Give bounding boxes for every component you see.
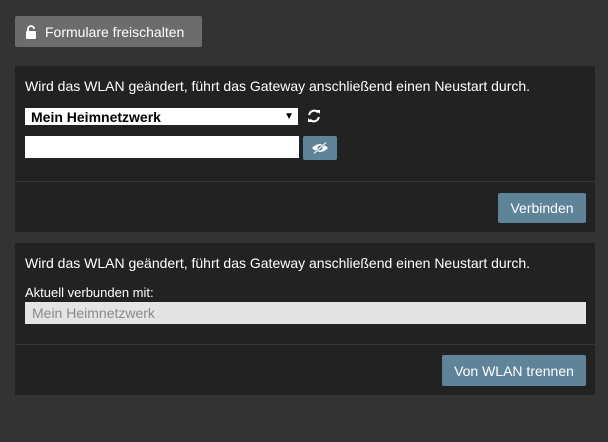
currently-connected-label: Aktuell verbunden mit: — [25, 285, 154, 300]
panel-divider — [15, 181, 595, 182]
refresh-icon[interactable] — [307, 109, 321, 123]
disconnect-button[interactable]: Von WLAN trennen — [442, 355, 586, 386]
connect-button[interactable]: Verbinden — [498, 193, 586, 223]
wlan-password-input[interactable] — [25, 136, 299, 158]
restart-notice: Wird das WLAN geändert, führt das Gatewa… — [25, 78, 531, 94]
eye-slash-icon — [312, 142, 328, 154]
unlock-forms-label: Formulare freischalten — [45, 23, 185, 40]
ssid-select[interactable]: Mein Heimnetzwerk ▼ — [25, 108, 298, 125]
toggle-password-visibility-button[interactable] — [303, 136, 337, 160]
panel-divider — [15, 344, 595, 345]
dropdown-arrow-icon: ▼ — [284, 111, 294, 122]
currently-connected-field: Mein Heimnetzwerk — [25, 302, 586, 324]
ssid-select-value: Mein Heimnetzwerk — [31, 109, 161, 125]
wlan-status-panel: Wird das WLAN geändert, führt das Gatewa… — [15, 243, 595, 395]
restart-notice: Wird das WLAN geändert, führt das Gatewa… — [25, 255, 531, 271]
lock-open-icon — [25, 24, 37, 39]
wlan-connect-panel: Wird das WLAN geändert, führt das Gatewa… — [15, 66, 595, 232]
unlock-forms-button[interactable]: Formulare freischalten — [15, 16, 202, 47]
